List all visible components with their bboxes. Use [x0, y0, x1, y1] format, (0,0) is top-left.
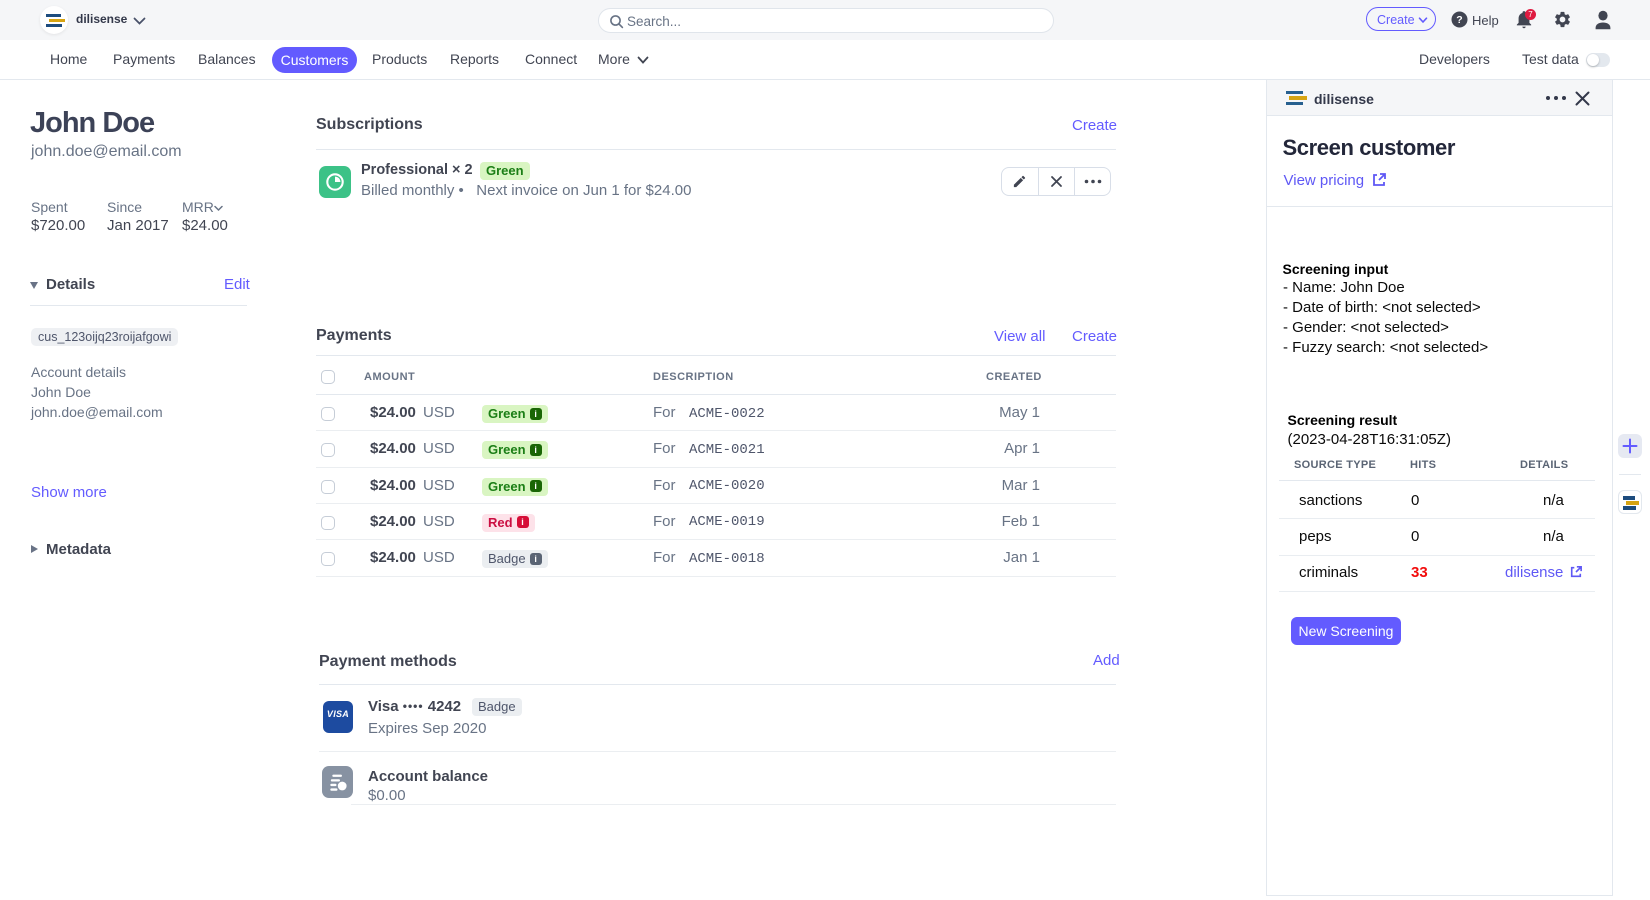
svg-text:?: ?	[1456, 14, 1462, 26]
